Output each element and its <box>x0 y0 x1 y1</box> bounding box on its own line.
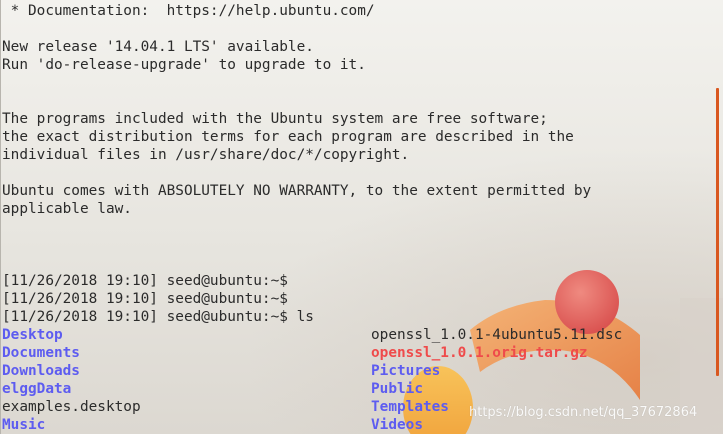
output-line: the exact distribution terms for each pr… <box>2 129 574 145</box>
ls-entry-directory: Public <box>371 381 423 397</box>
window-left-border <box>0 0 1 434</box>
ls-entry-directory: Music <box>2 417 46 433</box>
output-line: individual files in /usr/share/doc/*/cop… <box>2 147 410 163</box>
output-line: applicable law. <box>2 201 132 217</box>
ls-entry-directory: elggData <box>2 381 72 397</box>
shell-prompt: [11/26/2018 19:10] seed@ubuntu:~$ <box>2 291 288 307</box>
ls-entry-file: openssl_1.0.1-4ubuntu5.11.dsc <box>371 327 623 343</box>
scrollbar-thumb[interactable] <box>716 88 719 376</box>
ls-entry-archive: openssl_1.0.1.orig.tar.gz <box>371 345 588 361</box>
ls-entry-file: examples.desktop <box>2 399 141 415</box>
ls-entry-directory: Videos <box>371 417 423 433</box>
shell-prompt-ls-command: [11/26/2018 19:10] seed@ubuntu:~$ ls <box>2 309 314 325</box>
output-line: Run 'do-release-upgrade' to upgrade to i… <box>2 57 366 73</box>
output-line: New release '14.04.1 LTS' available. <box>2 39 314 55</box>
output-line: The programs included with the Ubuntu sy… <box>2 111 548 127</box>
output-line: Ubuntu comes with ABSOLUTELY NO WARRANTY… <box>2 183 592 199</box>
ls-entry-directory: Documents <box>2 345 80 361</box>
ls-entry-directory: Pictures <box>371 363 441 379</box>
ls-entry-directory: Desktop <box>2 327 63 343</box>
watermark-url: https://blog.csdn.net/qq_37672864 <box>469 405 698 420</box>
shell-prompt: [11/26/2018 19:10] seed@ubuntu:~$ <box>2 273 288 289</box>
ls-entry-directory: Templates <box>371 399 449 415</box>
output-line: * Documentation: https://help.ubuntu.com… <box>2 3 375 19</box>
terminal-scrollbar[interactable] <box>711 0 723 434</box>
terminal-window[interactable]: * Documentation: https://help.ubuntu.com… <box>0 0 723 434</box>
ls-entry-directory: Downloads <box>2 363 80 379</box>
